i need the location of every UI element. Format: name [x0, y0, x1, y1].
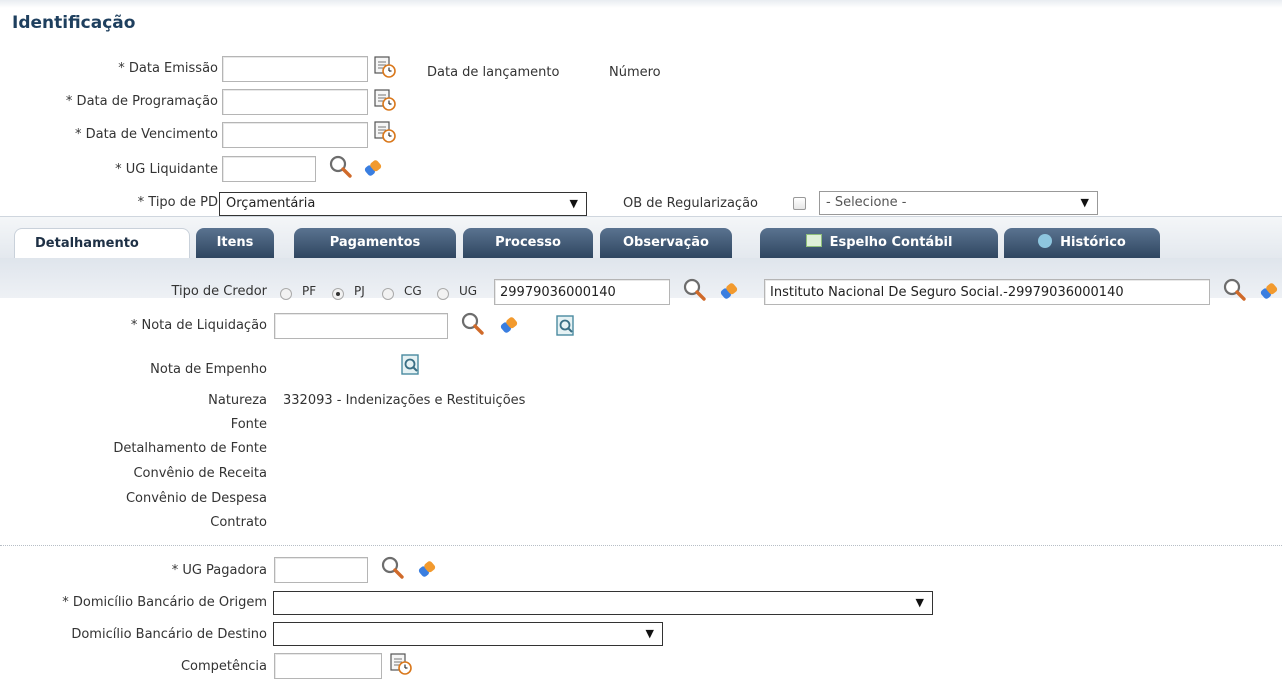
- domicilio-destino-label: Domicílio Bancário de Destino: [71, 627, 267, 642]
- tab-detalhamento[interactable]: Detalhamento: [14, 228, 190, 259]
- ug-pagadora-field[interactable]: [274, 557, 368, 583]
- tab-pagamentos[interactable]: Pagamentos: [294, 228, 456, 258]
- chevron-down-icon: ▼: [569, 197, 578, 210]
- magnifier-icon[interactable]: [460, 311, 486, 337]
- domicilio-destino-select[interactable]: ▼: [273, 622, 663, 646]
- magnifier-icon[interactable]: [1222, 277, 1248, 303]
- nota-liquidacao-field[interactable]: [274, 313, 448, 339]
- eraser-icon[interactable]: [496, 312, 522, 338]
- tipo-credor-label: Tipo de Credor: [171, 284, 267, 299]
- credor-name-field[interactable]: [764, 279, 1210, 305]
- radio-pj-label: PJ: [354, 284, 365, 298]
- radio-pj[interactable]: [332, 288, 344, 300]
- credor-code-field[interactable]: [494, 279, 670, 305]
- tab-historico[interactable]: Histórico: [1004, 228, 1160, 258]
- tab-processo[interactable]: Processo: [463, 228, 593, 258]
- fonte-label: Fonte: [230, 417, 267, 432]
- calendar-icon[interactable]: [372, 119, 398, 145]
- radio-ug[interactable]: [437, 288, 449, 300]
- convenio-receita-label: Convênio de Receita: [133, 466, 267, 481]
- section-title: Identificação: [12, 13, 136, 33]
- tipo-pd-label: * Tipo de PD: [137, 195, 218, 210]
- radio-ug-label: UG: [459, 284, 478, 298]
- ug-pagadora-label: * UG Pagadora: [171, 563, 267, 578]
- data-vencimento-field[interactable]: [222, 122, 368, 148]
- data-emissao-field[interactable]: [222, 56, 368, 82]
- table-icon: [805, 234, 822, 247]
- tab-itens[interactable]: Itens: [196, 228, 274, 258]
- ug-liquidante-label: * UG Liquidante: [115, 162, 218, 177]
- natureza-value: 332093 - Indenizações e Restituições: [283, 393, 526, 408]
- ug-liquidante-field[interactable]: [222, 156, 316, 182]
- calendar-icon[interactable]: [372, 54, 398, 80]
- tab-espelho-label: Espelho Contábil: [829, 235, 953, 250]
- natureza-label: Natureza: [208, 393, 267, 408]
- nota-liquidacao-label: * Nota de Liquidação: [130, 318, 267, 333]
- ob-select-value: - Selecione -: [826, 195, 907, 210]
- eraser-icon[interactable]: [360, 155, 386, 181]
- radio-pf[interactable]: [280, 288, 292, 300]
- ob-regularizacao-checkbox[interactable]: [793, 197, 806, 210]
- radio-pf-label: PF: [302, 284, 317, 298]
- section-divider: [0, 545, 1282, 546]
- data-programacao-field[interactable]: [222, 89, 368, 115]
- contrato-label: Contrato: [210, 515, 267, 530]
- document-search-icon[interactable]: [398, 352, 424, 378]
- calendar-icon[interactable]: [388, 651, 414, 677]
- nota-empenho-label: Nota de Empenho: [150, 362, 267, 377]
- chevron-down-icon: ▼: [915, 596, 924, 609]
- detalhamento-fonte-label: Detalhamento de Fonte: [113, 441, 267, 456]
- history-icon: [1038, 234, 1053, 248]
- data-emissao-label: * Data Emissão: [118, 61, 218, 76]
- document-search-icon[interactable]: [553, 313, 579, 339]
- eraser-icon[interactable]: [716, 278, 742, 304]
- tab-espelho-contabil[interactable]: Espelho Contábil: [760, 228, 998, 258]
- convenio-despesa-label: Convênio de Despesa: [125, 491, 267, 506]
- domicilio-origem-select[interactable]: ▼: [273, 591, 933, 615]
- magnifier-icon[interactable]: [380, 555, 406, 581]
- data-vencimento-label: * Data de Vencimento: [74, 127, 218, 142]
- chevron-down-icon: ▼: [1080, 196, 1089, 209]
- numero-label: Número: [609, 65, 661, 80]
- competencia-field[interactable]: [274, 653, 382, 679]
- radio-cg-label: CG: [404, 284, 422, 298]
- eraser-icon[interactable]: [414, 556, 440, 582]
- magnifier-icon[interactable]: [682, 277, 708, 303]
- competencia-label: Competência: [180, 659, 267, 674]
- data-programacao-label: * Data de Programação: [65, 94, 218, 109]
- tipo-pd-value: Orçamentária: [226, 196, 316, 211]
- chevron-down-icon: ▼: [645, 627, 654, 640]
- radio-cg[interactable]: [382, 288, 394, 300]
- tipo-pd-select[interactable]: Orçamentária ▼: [219, 192, 587, 216]
- data-lancamento-label: Data de lançamento: [427, 65, 560, 80]
- top-strip: [0, 0, 1282, 8]
- ob-regularizacao-label: OB de Regularização: [623, 196, 758, 211]
- eraser-icon[interactable]: [1256, 278, 1282, 304]
- tab-historico-label: Histórico: [1060, 235, 1126, 250]
- calendar-icon[interactable]: [372, 87, 398, 113]
- domicilio-origem-label: * Domicílio Bancário de Origem: [62, 595, 267, 610]
- tab-observacao[interactable]: Observação: [600, 228, 732, 258]
- magnifier-icon[interactable]: [328, 154, 354, 180]
- ob-regularizacao-select[interactable]: - Selecione - ▼: [819, 191, 1098, 215]
